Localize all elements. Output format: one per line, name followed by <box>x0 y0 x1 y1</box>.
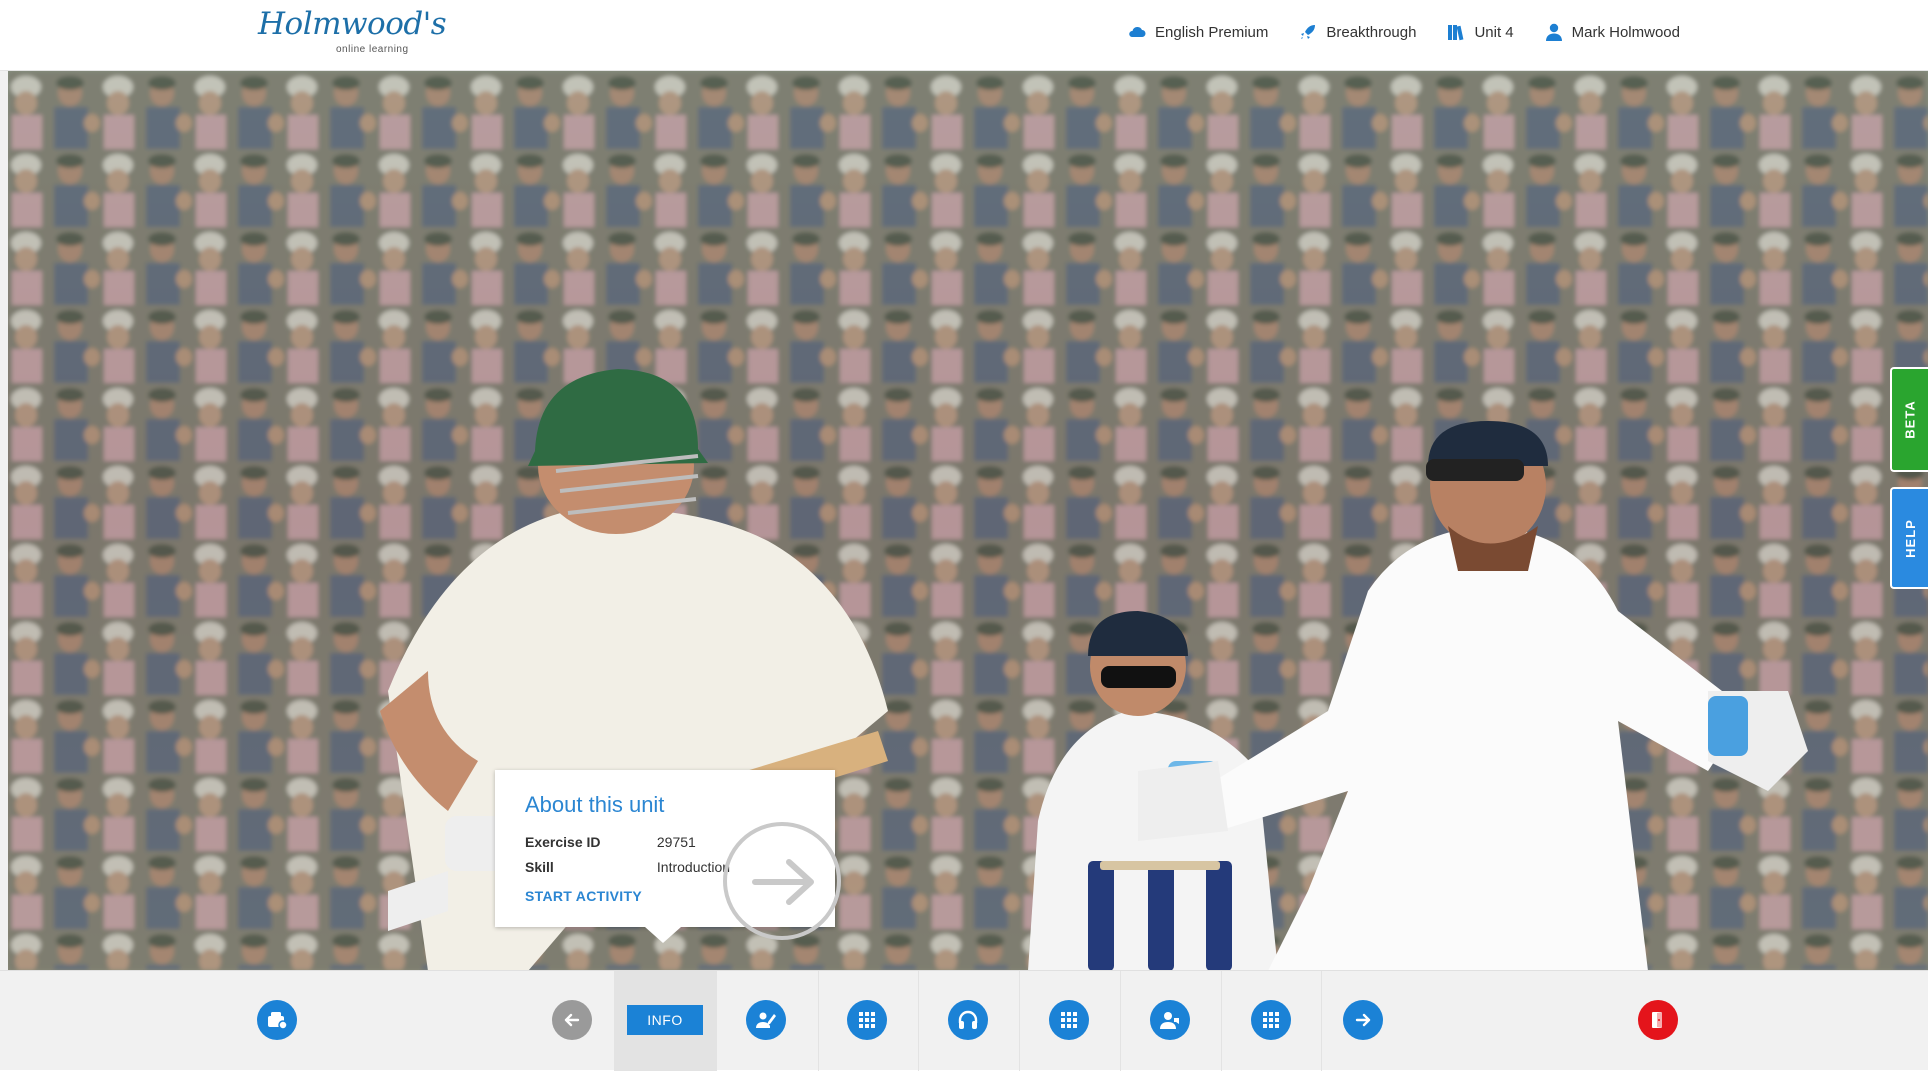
exercise-id-label: Exercise ID <box>525 834 601 850</box>
nav-level-label: Breakthrough <box>1326 23 1417 41</box>
segment-8 <box>1321 971 1322 1071</box>
nav-course[interactable]: English Premium <box>1127 22 1268 42</box>
cloud-icon <box>1127 22 1147 42</box>
headphones-icon <box>958 1010 978 1029</box>
nav-level[interactable]: Breakthrough <box>1298 22 1416 42</box>
skill-value: Introduction <box>656 859 731 875</box>
previous-button[interactable] <box>552 1000 592 1040</box>
books-icon <box>1446 22 1466 42</box>
card-title: About this unit <box>525 792 665 817</box>
grid-icon <box>1263 1012 1279 1028</box>
info-tab[interactable]: INFO <box>627 1005 703 1035</box>
top-header: Holmwood's online learning English Premi… <box>0 0 1928 71</box>
nav-unit[interactable]: Unit 4 <box>1446 22 1514 42</box>
nav-user[interactable]: Mark Holmwood <box>1544 22 1680 42</box>
nav-user-label: Mark Holmwood <box>1571 23 1680 41</box>
rocket-icon <box>1298 22 1318 42</box>
grid-icon <box>1061 1012 1077 1028</box>
nav-course-label: English Premium <box>1155 23 1269 41</box>
nav-unit-label: Unit 4 <box>1474 23 1514 41</box>
box-icon <box>268 1012 288 1030</box>
help-tab-label: HELP <box>1902 518 1918 558</box>
grid-activity-button-1[interactable] <box>847 1000 887 1040</box>
next-button[interactable] <box>1343 1000 1383 1040</box>
grid-activity-button-2[interactable] <box>1049 1000 1089 1040</box>
listening-activity-button[interactable] <box>948 1000 988 1040</box>
holmwoods-logo[interactable]: Holmwood's online learning <box>258 6 447 58</box>
writing-icon <box>756 1012 776 1028</box>
logo-subtitle: online learning <box>336 44 409 55</box>
beta-tab[interactable]: BETA <box>1890 367 1928 472</box>
help-tab[interactable]: HELP <box>1890 487 1928 589</box>
skill-label: Skill <box>525 859 554 875</box>
writing-activity-button[interactable] <box>746 1000 786 1040</box>
beta-tab-label: BETA <box>1902 400 1918 439</box>
logo-wordmark: Holmwood's <box>258 6 447 42</box>
top-nav: English Premium Breakthrough Unit 4 Mark… <box>1127 22 1680 42</box>
exit-icon <box>1652 1012 1662 1028</box>
exercise-id-value: 29751 <box>656 834 696 850</box>
skill-row: Skill Introduction <box>525 859 730 875</box>
exercise-id-row: Exercise ID 29751 <box>525 834 696 850</box>
speaking-activity-button[interactable] <box>1150 1000 1190 1040</box>
stumps <box>1088 861 1232 970</box>
start-activity-link[interactable]: START ACTIVITY <box>525 888 642 904</box>
hero-image <box>8 71 1928 970</box>
speaking-icon <box>1160 1012 1179 1029</box>
arrow-left-icon <box>564 1013 580 1027</box>
next-arrow-circle[interactable] <box>723 822 841 940</box>
left-edge <box>0 71 8 970</box>
exit-button[interactable] <box>1638 1000 1678 1040</box>
about-unit-card: About this unit Exercise ID 29751 Skill … <box>495 770 841 943</box>
bottom-toolbar: INFO <box>0 970 1928 1071</box>
arrow-right-icon <box>1355 1013 1371 1027</box>
user-icon <box>1544 22 1564 42</box>
grid-activity-button-3[interactable] <box>1251 1000 1291 1040</box>
arrow-right-icon <box>752 859 814 905</box>
resources-button[interactable] <box>257 1000 297 1040</box>
grid-icon <box>859 1012 875 1028</box>
